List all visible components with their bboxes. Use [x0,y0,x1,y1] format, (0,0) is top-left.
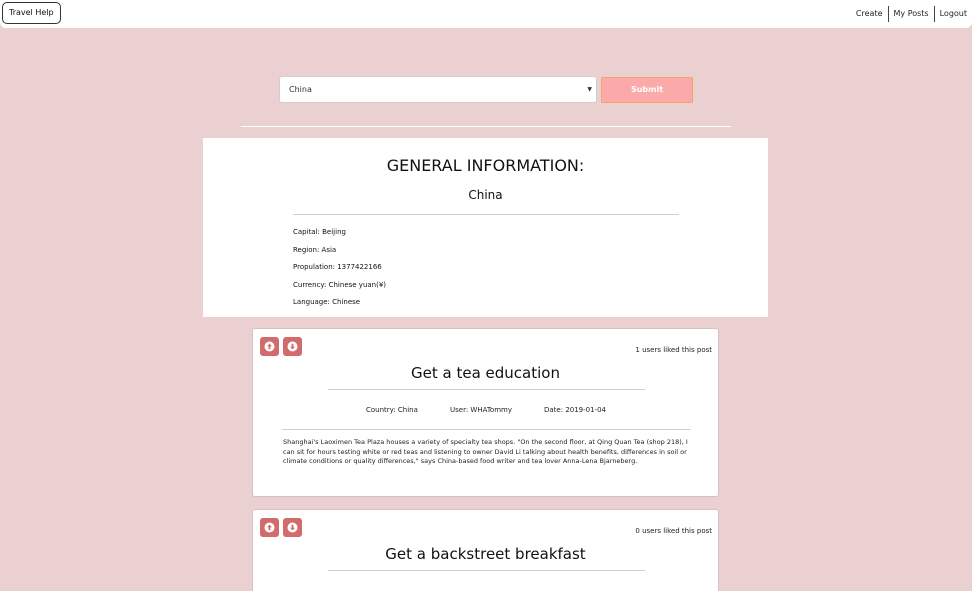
post-user: User: WHATommy [450,406,512,414]
info-region: Region: Asia [293,245,337,254]
info-language: Language: Chinese [293,298,361,306]
post-country: Country: China [366,406,418,414]
country-select-value: China [289,85,312,94]
nav-link-logout[interactable]: Logout [933,6,972,22]
arrow-up-circle-icon [264,522,275,533]
arrow-down-circle-icon [287,522,298,533]
downvote-button[interactable] [283,337,302,356]
divider [293,214,679,215]
divider [328,570,645,571]
downvote-button[interactable] [283,518,302,537]
info-capital: Capital: Beijing [293,228,346,236]
navbar: Travel Help Create My Posts Logout [0,0,972,28]
info-heading: GENERAL INFORMATION: [386,156,585,175]
post-date: Date: 2019-01-04 [544,406,606,414]
submit-button[interactable]: Submit [601,77,693,103]
info-list: Capital: Beijing Region: Asia Propulatio… [293,224,386,312]
upvote-button[interactable] [260,337,279,356]
brand-button[interactable]: Travel Help [2,2,61,24]
post-card: 0 users liked this post Get a backstreet… [252,509,719,591]
likes-count: 1 users liked this post [635,346,712,354]
divider [328,389,645,390]
arrow-down-circle-icon [287,341,298,352]
arrow-up-circle-icon [264,341,275,352]
post-title: Get a backstreet breakfast [385,545,586,563]
divider [241,126,731,127]
info-country-name: China [468,188,503,202]
info-population: Propulation: 1377422166 [293,263,382,271]
country-select[interactable]: China ▼ [279,76,597,103]
upvote-button[interactable] [260,518,279,537]
general-info-card: GENERAL INFORMATION: China Capital: Beij… [203,138,768,317]
post-title: Get a tea education [411,364,560,382]
caret-down-icon: ▼ [587,86,592,93]
info-currency: Currency: Chinese yuan(¥) [293,280,387,289]
nav-link-create[interactable]: Create [851,6,888,22]
nav-links: Create My Posts Logout [851,6,972,22]
nav-link-my-posts[interactable]: My Posts [887,6,934,22]
likes-count: 0 users liked this post [635,527,712,535]
post-card: 1 users liked this post Get a tea educat… [252,328,719,497]
post-body: Shanghai's Laoximen Tea Plaza houses a v… [283,438,688,465]
divider [282,429,691,430]
